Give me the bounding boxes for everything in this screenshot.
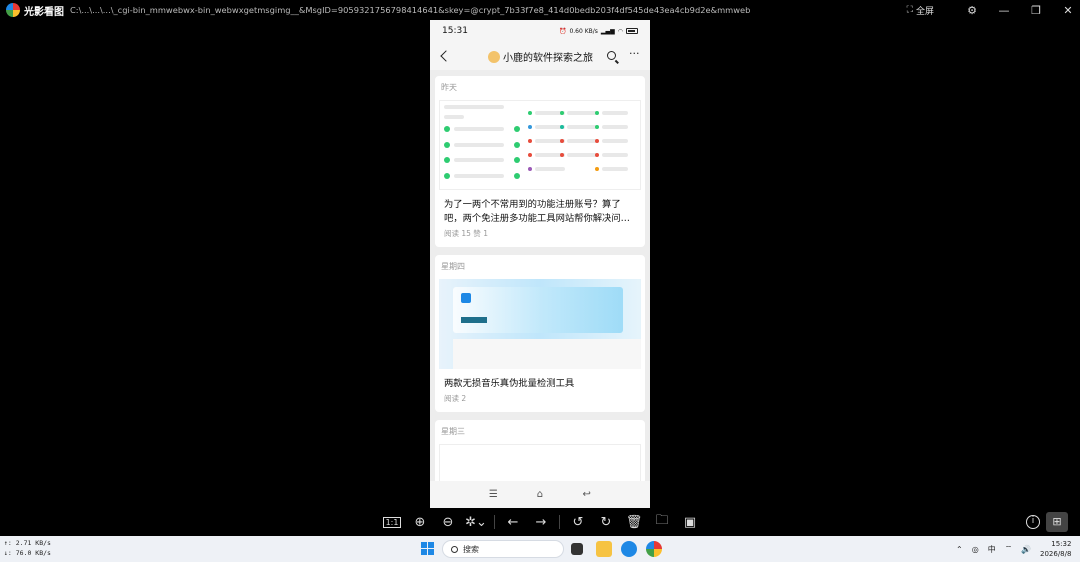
wifi-icon: ◠ bbox=[617, 27, 623, 35]
thumbnails-icon[interactable]: ⊞ bbox=[1046, 512, 1068, 532]
close-button[interactable]: ✕ bbox=[1056, 0, 1080, 20]
actual-size-label: 1:1 bbox=[382, 516, 402, 528]
slideshow-icon[interactable]: ▣ bbox=[676, 508, 704, 536]
phone-nav-bar: 小鹿的软件探索之旅 ··· bbox=[430, 42, 650, 70]
network-speed: 0.60 KB/s bbox=[569, 27, 598, 35]
rotate-left-icon[interactable]: ↺ bbox=[564, 508, 592, 536]
article-title: 两款无损音乐真伪批量检测工具 bbox=[444, 378, 575, 389]
phone-status-bar: 15:31 ⏰ 0.60 KB/s ▂▄▆ ◠ bbox=[430, 20, 650, 42]
volume-icon[interactable]: 🔊 bbox=[1021, 545, 1031, 554]
clock-time: 15:32 bbox=[1051, 540, 1072, 548]
article-thumbnail bbox=[439, 279, 641, 369]
article-meta: 阅读 15 赞 1 bbox=[444, 229, 488, 238]
search-icon bbox=[451, 545, 458, 553]
system-tray: ⌃ ◎ 中 ⌔ 🔊 bbox=[956, 540, 1031, 558]
article-meta: 阅读 2 bbox=[444, 394, 467, 403]
article-thumbnail bbox=[439, 100, 641, 190]
article-card[interactable]: 昨天 为了一两个不常用到的功能注册账号？算了吧，两个免注册多功能工具网站帮你解决… bbox=[435, 76, 645, 247]
info-icon[interactable]: i bbox=[1026, 515, 1040, 529]
fullscreen-label: 全屏 bbox=[915, 6, 934, 17]
back-icon[interactable]: ↩ bbox=[582, 489, 592, 500]
app-name: 光影看图 bbox=[24, 6, 64, 18]
card-date: 昨天 bbox=[441, 83, 457, 92]
wifi-icon[interactable]: ⌔ bbox=[1005, 544, 1013, 554]
next-icon[interactable]: → bbox=[527, 508, 555, 536]
settings-icon[interactable]: ⚙ bbox=[960, 0, 984, 20]
file-explorer-icon[interactable] bbox=[596, 541, 612, 557]
upload-speed: ↑: 2.71 KB/s bbox=[4, 539, 51, 547]
zoom-in-icon[interactable]: ⊕ bbox=[406, 508, 434, 536]
start-icon[interactable] bbox=[421, 542, 434, 555]
file-path: C:\...\...\...\_cgi-bin_mmwebwx-bin_webw… bbox=[70, 5, 750, 15]
home-icon[interactable]: ⌂ bbox=[535, 489, 545, 500]
article-thumbnail bbox=[439, 444, 641, 484]
viewer-toolbar: 1:1 ⊕ ⊖ ✲⌄ ← → ↺ ↻ 🗑 🗀 ▣ i ⊞ bbox=[0, 508, 1080, 536]
windows-taskbar: ↑: 2.71 KB/s ↓: 76.0 KB/s 搜索 ⌃ ◎ 中 ⌔ 🔊 1… bbox=[0, 536, 1080, 562]
article-card[interactable]: 星期四 两款无损音乐真伪批量检测工具 阅读 2 bbox=[435, 255, 645, 412]
account-title: 小鹿的软件探索之旅 bbox=[488, 49, 593, 64]
article-title: 为了一两个不常用到的功能注册账号？算了吧，两个免注册多功能工具网站帮你解决问… bbox=[444, 199, 630, 224]
ime-indicator[interactable]: 中 bbox=[988, 544, 996, 555]
rotate-right-icon[interactable]: ↻ bbox=[592, 508, 620, 536]
zoom-out-icon[interactable]: ⊖ bbox=[434, 508, 462, 536]
delete-icon[interactable]: 🗑 bbox=[620, 508, 648, 536]
chevron-up-icon[interactable]: ⌃ bbox=[956, 545, 963, 554]
previous-icon[interactable]: ← bbox=[499, 508, 527, 536]
taskbar-search[interactable]: 搜索 bbox=[442, 540, 564, 558]
network-icon[interactable]: ◎ bbox=[972, 545, 979, 554]
fullscreen-icon: ⛶ bbox=[906, 5, 913, 15]
photo-viewer-icon[interactable] bbox=[646, 541, 662, 557]
edge-icon[interactable] bbox=[621, 541, 637, 557]
network-monitor: ↑: 2.71 KB/s ↓: 76.0 KB/s bbox=[4, 538, 51, 558]
card-date: 星期三 bbox=[441, 427, 465, 436]
taskbar-clock[interactable]: 15:32 2026/8/8 bbox=[1040, 539, 1071, 559]
title-bar: 光影看图 C:\...\...\...\_cgi-bin_mmwebwx-bin… bbox=[0, 0, 1080, 20]
effects-icon[interactable]: ✲⌄ bbox=[462, 508, 490, 536]
fullscreen-button[interactable]: ⛶ 全屏 bbox=[907, 4, 934, 17]
folder-icon[interactable]: 🗀 bbox=[648, 508, 676, 536]
clock-date: 2026/8/8 bbox=[1040, 550, 1072, 558]
phone-screenshot: 15:31 ⏰ 0.60 KB/s ▂▄▆ ◠ 小鹿的软件探索之旅 ··· 昨天 bbox=[430, 20, 650, 508]
more-icon[interactable]: ··· bbox=[629, 47, 640, 60]
article-card[interactable]: 星期三 bbox=[435, 420, 645, 484]
phone-gesture-bar: ☰ ⌂ ↩ bbox=[430, 481, 650, 508]
minimize-button[interactable]: — bbox=[992, 0, 1016, 20]
menu-icon[interactable]: ☰ bbox=[488, 489, 498, 500]
download-speed: ↓: 76.0 KB/s bbox=[4, 549, 51, 557]
restore-button[interactable]: ❐ bbox=[1024, 0, 1048, 20]
actual-size-button[interactable]: 1:1 bbox=[378, 508, 406, 536]
account-avatar bbox=[488, 50, 500, 63]
battery-icon bbox=[626, 28, 638, 34]
back-arrow-icon[interactable] bbox=[440, 50, 452, 62]
search-placeholder: 搜索 bbox=[463, 544, 479, 554]
image-viewer: 光影看图 C:\...\...\...\_cgi-bin_mmwebwx-bin… bbox=[0, 0, 1080, 536]
account-name: 小鹿的软件探索之旅 bbox=[503, 53, 593, 64]
article-feed: 昨天 为了一两个不常用到的功能注册账号？算了吧，两个免注册多功能工具网站帮你解决… bbox=[430, 70, 650, 484]
app-logo-icon bbox=[6, 3, 20, 17]
signal-icon: ▂▄▆ bbox=[600, 27, 615, 35]
phone-time: 15:31 bbox=[442, 26, 468, 36]
card-date: 星期四 bbox=[441, 262, 465, 271]
alarm-icon: ⏰ bbox=[558, 27, 567, 35]
task-view-icon[interactable] bbox=[571, 543, 583, 555]
search-icon[interactable] bbox=[607, 51, 616, 60]
